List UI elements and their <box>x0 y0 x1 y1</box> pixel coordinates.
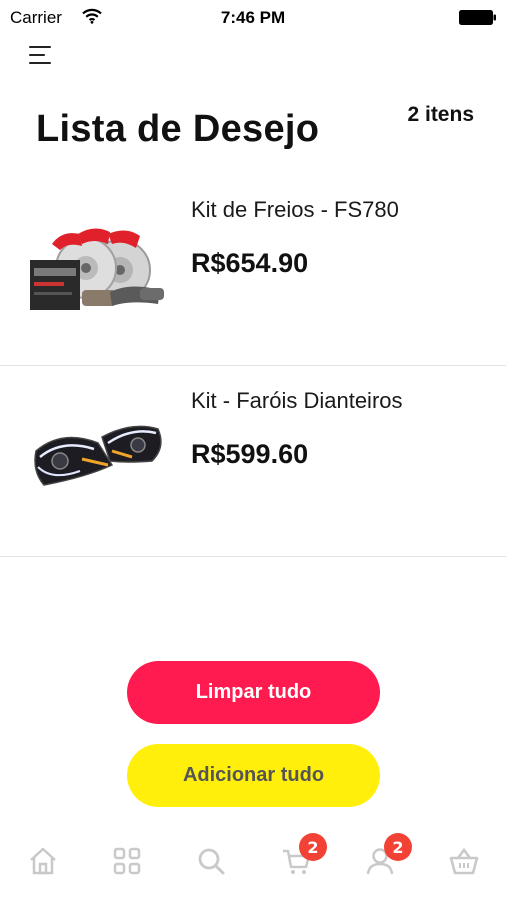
tab-orders[interactable] <box>444 840 484 884</box>
wishlist-item[interactable]: Kit de Freios - FS780 R$654.90 <box>0 174 506 366</box>
status-bar: Carrier 7:46 PM <box>0 0 506 36</box>
grid-icon <box>113 847 141 875</box>
wishlist-item[interactable]: Kit - Faróis Dianteiros R$599.60 <box>0 365 506 557</box>
search-icon <box>198 848 225 875</box>
headlights-image <box>34 425 162 486</box>
clear-all-button[interactable]: Limpar tudo <box>127 661 380 724</box>
product-price: R$599.60 <box>191 439 309 469</box>
tab-home[interactable] <box>23 840 63 884</box>
profile-badge: 2 <box>384 833 412 861</box>
product-name[interactable]: Kit de Freios - FS780 <box>191 197 399 223</box>
home-icon <box>30 847 56 875</box>
item-count: 2 itens <box>407 103 474 126</box>
tab-search[interactable] <box>191 840 231 884</box>
brake-kit-image <box>30 228 164 310</box>
tab-categories[interactable] <box>107 840 147 884</box>
page-title: Lista de Desejo <box>36 108 320 150</box>
add-all-button[interactable]: Adicionar tudo <box>127 744 380 807</box>
cart-badge: 2 <box>299 833 327 861</box>
tab-cart[interactable]: 2 <box>276 833 327 884</box>
tab-bar: 2 2 <box>0 830 506 900</box>
product-price: R$654.90 <box>191 248 309 278</box>
tab-profile[interactable]: 2 <box>360 833 412 884</box>
hamburger-menu-icon[interactable] <box>26 42 58 70</box>
battery-icon <box>459 10 496 25</box>
basket-icon <box>449 847 479 875</box>
product-name[interactable]: Kit - Faróis Dianteiros <box>191 388 403 414</box>
clock-time: 7:46 PM <box>220 8 286 27</box>
